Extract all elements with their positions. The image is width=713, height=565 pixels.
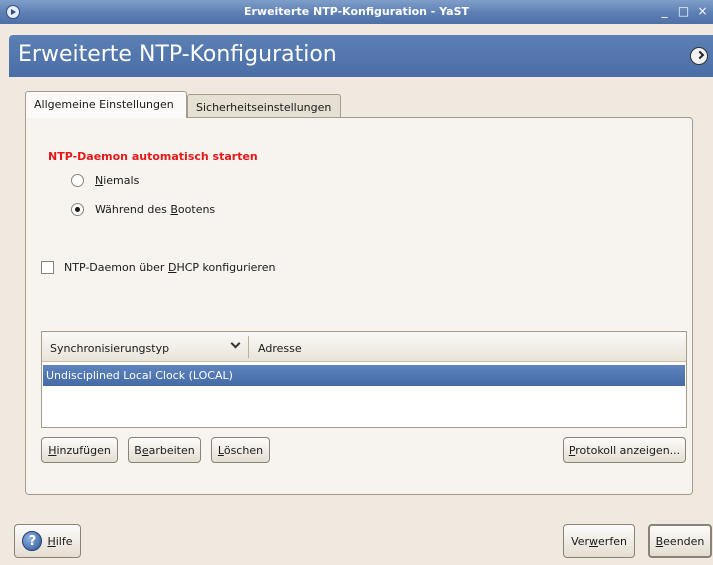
start-section-label: NTP-Daemon automatisch starten xyxy=(48,150,258,163)
discard-label: Verwerfen xyxy=(571,534,627,548)
finish-label: Beenden xyxy=(655,534,705,548)
tab-general-settings[interactable]: Allgemeine Einstellungen xyxy=(25,91,187,118)
radio-during-boot-label: Während des Bootens xyxy=(95,203,216,216)
maximize-icon[interactable]: □ xyxy=(677,4,690,18)
window-title: Erweiterte NTP-Konfiguration - YaST xyxy=(243,5,470,18)
column-header-sync-type[interactable]: Synchronisierungstyp xyxy=(50,342,169,355)
table-header: Synchronisierungstyp Adresse xyxy=(42,332,686,362)
finish-button[interactable]: Beenden xyxy=(648,524,712,558)
servers-table: Synchronisierungstyp Adresse Undisciplin… xyxy=(41,331,687,428)
help-icon: ? xyxy=(22,531,43,551)
dhcp-checkbox-label: NTP-Daemon über DHCP konfigurieren xyxy=(64,261,276,274)
window-titlebar: Erweiterte NTP-Konfiguration - YaST _ □ … xyxy=(0,0,713,24)
help-label: Hilfe xyxy=(47,534,73,548)
discard-button[interactable]: Verwerfen xyxy=(563,524,635,558)
close-icon[interactable]: × xyxy=(696,4,709,18)
column-divider xyxy=(248,336,249,358)
radio-never-label: Niemals xyxy=(95,174,140,187)
next-arrow-icon xyxy=(690,47,708,65)
column-header-address[interactable]: Adresse xyxy=(258,342,302,355)
tab-security-settings[interactable]: Sicherheitseinstellungen xyxy=(187,94,341,118)
window-controls: _ □ × xyxy=(658,4,709,18)
delete-button[interactable]: Löschen xyxy=(211,437,270,463)
edit-button[interactable]: Bearbeiten xyxy=(128,437,201,463)
radio-during-boot-button[interactable] xyxy=(71,203,84,216)
table-row[interactable]: Undisciplined Local Clock (LOCAL) xyxy=(43,365,685,386)
add-button[interactable]: Hinzufügen xyxy=(41,437,118,463)
sort-chevron-down-icon[interactable] xyxy=(230,338,241,349)
help-button[interactable]: ? Hilfe xyxy=(14,524,81,558)
radio-never[interactable]: Niemals xyxy=(71,174,139,187)
radio-never-button[interactable] xyxy=(71,174,84,187)
dhcp-checkbox-box[interactable] xyxy=(41,261,54,274)
show-log-button[interactable]: Protokoll anzeigen... xyxy=(563,437,686,463)
dhcp-checkbox[interactable]: NTP-Daemon über DHCP konfigurieren xyxy=(41,261,275,274)
page-title: Erweiterte NTP-Konfiguration xyxy=(18,42,337,67)
radio-during-boot[interactable]: Während des Bootens xyxy=(71,203,215,216)
minimize-icon[interactable]: _ xyxy=(658,4,671,18)
page-header: Erweiterte NTP-Konfiguration xyxy=(9,35,713,77)
